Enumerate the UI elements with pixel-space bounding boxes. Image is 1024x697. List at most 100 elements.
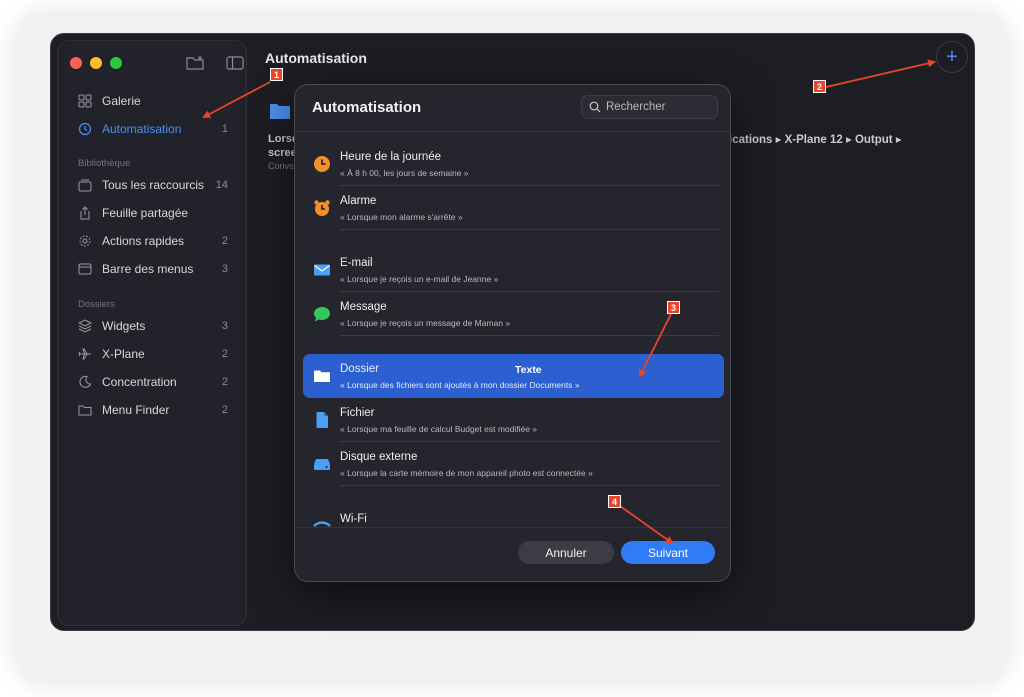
sidebar-item-count: 3 [221, 320, 228, 332]
file-icon [313, 411, 331, 429]
clock-icon [313, 155, 331, 173]
grid-icon [78, 94, 92, 108]
sidebar-item-concentration[interactable]: Concentration 2 [66, 369, 240, 395]
message-icon [313, 305, 331, 323]
drive-icon [313, 455, 331, 473]
alarm-icon [313, 199, 331, 217]
row-divider [340, 485, 719, 486]
annotation-badge-1: 1 [270, 68, 283, 81]
trigger-subtitle: « Lorsque des fichiers sont ajoutés à mo… [340, 380, 580, 390]
trigger-title: E-mail [340, 257, 373, 269]
search-input[interactable] [606, 101, 716, 113]
section-header-dossiers: Dossiers [78, 299, 115, 310]
trigger-title: Heure de la journée [340, 151, 442, 163]
trigger-title: Fichier [340, 407, 375, 419]
trigger-title: Wi-Fi [340, 513, 367, 525]
trigger-subtitle: « Lorsque la carte mémoire de mon appare… [340, 468, 593, 478]
trigger-subtitle: « Lorsque je reçois un e-mail de Jeanne … [340, 274, 499, 284]
trigger-wi-fi[interactable]: Wi-Fi [303, 504, 724, 527]
annotation-badge-3: 3 [667, 301, 680, 314]
cancel-button[interactable]: Annuler [518, 541, 614, 564]
plus-icon: + [946, 46, 958, 68]
sidebar-item-actions-rapides[interactable]: Actions rapides 2 [66, 228, 240, 254]
gear-icon [78, 234, 92, 248]
sidebar-item-widgets[interactable]: Widgets 3 [66, 313, 240, 339]
annotation-badge-4: 4 [608, 495, 621, 508]
trigger-heure-de-la-journee[interactable]: Heure de la journée « À 8 h 00, les jour… [303, 142, 724, 186]
sidebar-item-menu-finder[interactable]: Menu Finder 2 [66, 397, 240, 423]
sidebar-item-count: 2 [221, 376, 228, 388]
folder-icon [78, 403, 92, 417]
trigger-e-mail[interactable]: E-mail « Lorsque je reçois un e-mail de … [303, 248, 724, 292]
sidebar-item-feuille-partagee[interactable]: Feuille partagée [66, 200, 240, 226]
trigger-subtitle: « Lorsque ma feuille de calcul Budget es… [340, 424, 538, 434]
row-divider [340, 335, 719, 336]
search-icon [589, 101, 601, 113]
wifi-icon [313, 517, 331, 527]
stack-icon [78, 178, 92, 192]
sidebar-item-label: Concentration [102, 375, 177, 389]
trigger-alarme[interactable]: Alarme « Lorsque mon alarme s'arrête » [303, 186, 724, 230]
sidebar: Galerie Automatisation 1 Bibliothèque To… [57, 40, 247, 626]
airplane-icon [78, 347, 92, 361]
sidebar-item-tous-les-raccourcis[interactable]: Tous les raccourcis 14 [66, 172, 240, 198]
sidebar-item-label: Feuille partagée [102, 206, 189, 220]
layers-icon [78, 319, 92, 333]
trigger-title: Message [340, 301, 387, 313]
sidebar-item-label: Actions rapides [102, 234, 185, 248]
trigger-subtitle: « À 8 h 00, les jours de semaine » [340, 168, 469, 178]
sidebar-item-galerie[interactable]: Galerie [66, 88, 240, 114]
automation-path-text: ications ▸ X-Plane 12 ▸ Output ▸ [729, 134, 902, 146]
clock-check-icon [78, 122, 92, 136]
sidebar-item-count: 2 [221, 235, 228, 247]
dialog-title: Automatisation [312, 99, 422, 116]
automation-dialog: Automatisation Heure de la journée « À 8… [294, 84, 731, 582]
window-icon [78, 262, 92, 276]
sidebar-item-count: 3 [221, 263, 228, 275]
trigger-title: Alarme [340, 195, 377, 207]
trigger-title: Dossier [340, 363, 379, 375]
sidebar-item-label: Barre des menus [102, 262, 194, 276]
sidebar-item-label: Tous les raccourcis [102, 178, 205, 192]
row-divider [340, 229, 719, 230]
moon-icon [78, 375, 92, 389]
trigger-fichier[interactable]: Fichier « Lorsque ma feuille de calcul B… [303, 398, 724, 442]
sidebar-toolbar [186, 55, 244, 76]
sidebar-item-label: X-Plane [102, 347, 145, 361]
page-title: Automatisation [265, 50, 367, 66]
folder-icon [269, 102, 291, 120]
sidebar-item-barre-des-menus[interactable]: Barre des menus 3 [66, 256, 240, 282]
folder-icon [313, 367, 331, 385]
trigger-subtitle: « Lorsque mon alarme s'arrête » [340, 212, 463, 222]
trigger-title: Disque externe [340, 451, 418, 463]
mail-icon [313, 261, 331, 279]
add-automation-button[interactable]: + [936, 41, 968, 73]
sidebar-item-count: 1 [221, 123, 228, 135]
trigger-disque-externe[interactable]: Disque externe « Lorsque la carte mémoir… [303, 442, 724, 486]
divider [295, 527, 730, 528]
search-field[interactable] [581, 95, 718, 119]
zoom-window-button[interactable] [110, 57, 122, 69]
next-button[interactable]: Suivant [621, 541, 715, 564]
trigger-list: Heure de la journée « À 8 h 00, les jour… [295, 132, 730, 527]
sidebar-item-label: Widgets [102, 319, 146, 333]
sidebar-item-count: 2 [221, 404, 228, 416]
sidebar-item-label: Menu Finder [102, 403, 170, 417]
sidebar-item-count: 2 [221, 348, 228, 360]
share-icon [78, 206, 92, 220]
close-window-button[interactable] [70, 57, 82, 69]
sidebar-toggle-icon[interactable] [226, 55, 244, 76]
overlay-text-label: Texte [515, 364, 542, 376]
sidebar-item-x-plane[interactable]: X-Plane 2 [66, 341, 240, 367]
section-header-bibliotheque: Bibliothèque [78, 158, 131, 169]
trigger-dossier[interactable]: Dossier Texte « Lorsque des fichiers son… [303, 354, 724, 398]
annotation-badge-2: 2 [813, 80, 826, 93]
sidebar-item-count: 14 [215, 179, 228, 191]
trigger-subtitle: « Lorsque je reçois un message de Maman … [340, 318, 511, 328]
minimize-window-button[interactable] [90, 57, 102, 69]
sidebar-item-label: Automatisation [102, 122, 182, 136]
sidebar-item-automatisation[interactable]: Automatisation 1 [66, 116, 240, 142]
sidebar-item-label: Galerie [102, 94, 141, 108]
new-folder-icon[interactable] [186, 55, 204, 76]
trigger-message[interactable]: Message « Lorsque je reçois un message d… [303, 292, 724, 336]
